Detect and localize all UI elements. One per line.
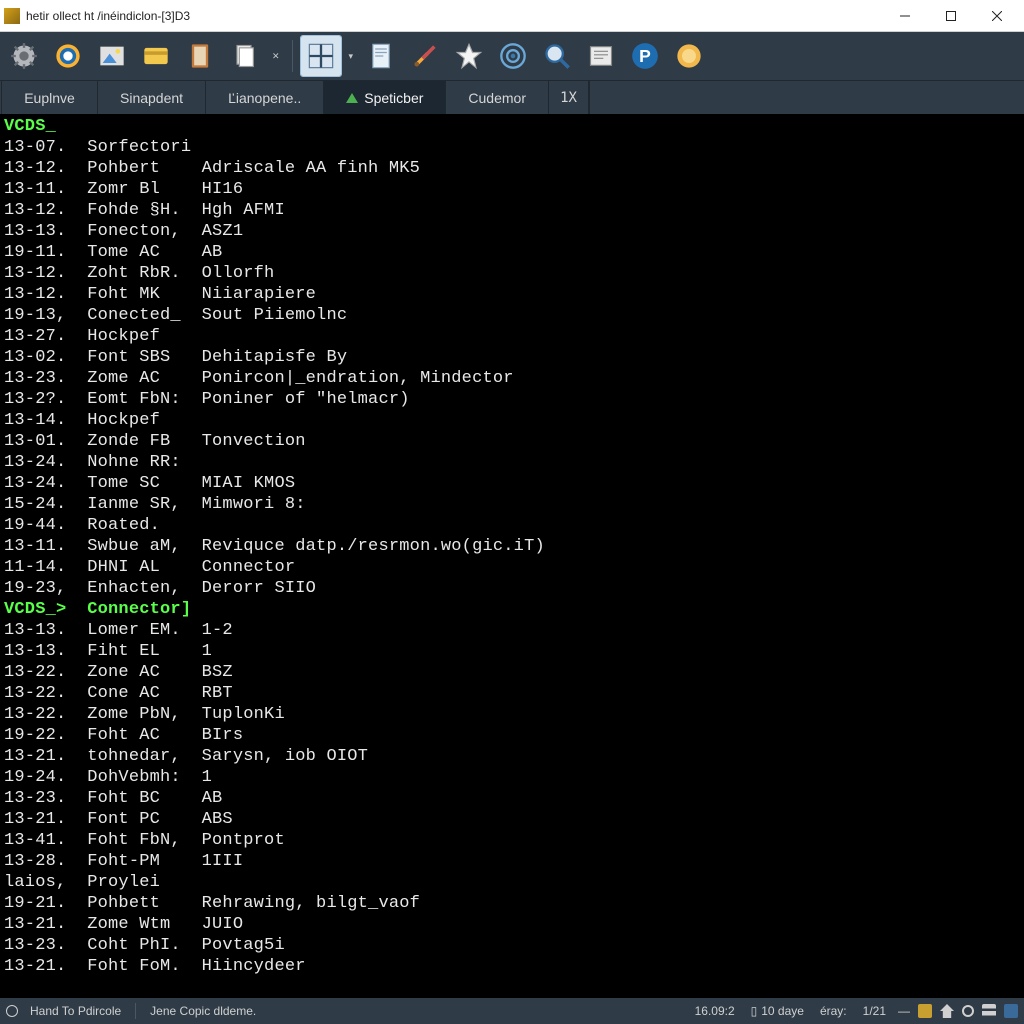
tab-label: Ľianopene.. [228, 90, 301, 106]
status-home-icon[interactable] [940, 1004, 954, 1018]
tab-label: Sinapdent [120, 90, 183, 106]
tab-label: 1X [560, 90, 577, 106]
status-page: 1/21 [859, 1004, 890, 1018]
maximize-button[interactable] [928, 1, 974, 31]
picture-icon[interactable] [92, 36, 132, 76]
tab-0[interactable]: Euplnve [2, 81, 98, 114]
tab-label: Speticber [364, 90, 423, 106]
app-window: hetir ollect ht /inéindiclon-[3]D3 ✕ ▾ P… [0, 0, 1024, 1024]
status-circle2-icon[interactable] [962, 1005, 974, 1017]
tab-5[interactable]: 1X [549, 81, 589, 114]
minimize-button[interactable] [882, 1, 928, 31]
status-dash-icon: — [898, 1004, 910, 1018]
status-circle-icon [6, 1005, 18, 1017]
window-title: hetir ollect ht /inéindiclon-[3]D3 [26, 9, 882, 23]
titlebar: hetir ollect ht /inéindiclon-[3]D3 [0, 0, 1024, 32]
gear-icon[interactable] [4, 36, 44, 76]
tab-label: Euplnve [24, 90, 75, 106]
dropdown-caret-icon[interactable]: ▾ [345, 51, 358, 62]
browser-icon[interactable] [48, 36, 88, 76]
terminal-output[interactable]: VCDS_13-07. Sorfectori 13-12. Pohbert Ad… [0, 114, 1024, 998]
parking-icon[interactable]: P [625, 36, 665, 76]
status-time: 16.09:2 [691, 1004, 739, 1018]
card-icon[interactable] [136, 36, 176, 76]
status-bar: Hand To Pdircole Jene Copic dldeme. 16.0… [0, 998, 1024, 1024]
zoom-icon[interactable] [537, 36, 577, 76]
tab-4[interactable]: Cudemor [446, 81, 549, 114]
status-mode[interactable]: Hand To Pdircole [26, 1004, 125, 1018]
tab-2[interactable]: Ľianopene.. [206, 81, 324, 114]
svg-text:P: P [639, 46, 651, 66]
tab-label: Cudemor [468, 90, 526, 106]
document-icon[interactable] [361, 36, 401, 76]
pages-icon[interactable] [224, 36, 264, 76]
target-icon[interactable] [493, 36, 533, 76]
close-button[interactable] [974, 1, 1020, 31]
coin-icon[interactable] [669, 36, 709, 76]
tab-1[interactable]: Sinapdent [98, 81, 206, 114]
status-box-icon[interactable] [918, 1004, 932, 1018]
main-toolbar: ✕ ▾ P [0, 32, 1024, 80]
tools-icon[interactable] [405, 36, 445, 76]
crosshair-icon[interactable] [301, 36, 341, 76]
toolbar-separator [292, 40, 293, 72]
status-days: ▯10 daye [747, 1004, 808, 1018]
tab-strip: Euplnve Sinapdent Ľianopene.. Speticber Cude… [0, 80, 1024, 114]
tab-3[interactable]: Speticber [324, 81, 446, 114]
status-save-icon[interactable] [1004, 1004, 1018, 1018]
notebook-icon[interactable] [180, 36, 220, 76]
app-icon [4, 8, 20, 24]
newspaper-icon[interactable] [581, 36, 621, 76]
status-ray: éray: [816, 1004, 851, 1018]
star-icon[interactable] [449, 36, 489, 76]
status-list-icon[interactable] [982, 1004, 996, 1018]
dropdown-caret-icon[interactable]: ✕ [268, 51, 284, 62]
play-icon [346, 93, 358, 103]
status-message: Jene Copic dldeme. [146, 1004, 260, 1018]
